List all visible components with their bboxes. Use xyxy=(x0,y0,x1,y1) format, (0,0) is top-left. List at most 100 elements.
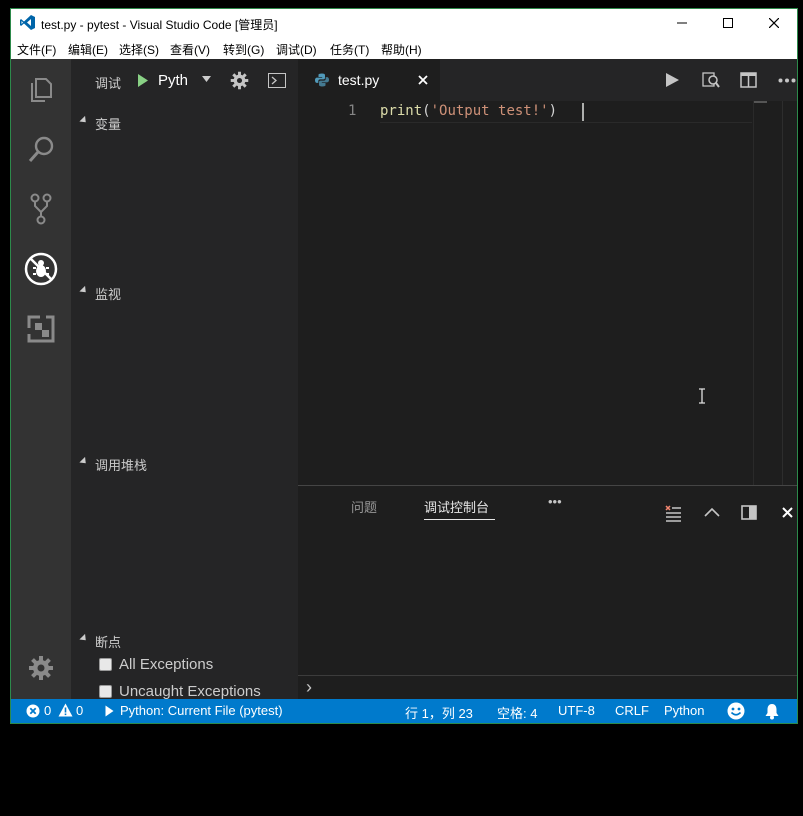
menu-debug[interactable]: 调试(D) xyxy=(276,41,317,58)
search-icon xyxy=(28,136,54,162)
section-variables[interactable]: 变量 xyxy=(71,114,298,132)
breakpoint-label: Uncaught Exceptions xyxy=(119,683,261,700)
breakpoint-checkbox[interactable] xyxy=(99,685,112,698)
activity-manage[interactable] xyxy=(11,643,71,693)
menu-file[interactable]: 文件(F) xyxy=(17,41,56,58)
maximize-button[interactable] xyxy=(705,9,751,37)
debug-view-title: 调试 xyxy=(95,76,122,91)
code-line-1[interactable]: print('Output test!') xyxy=(380,103,557,119)
section-watch[interactable]: 监视 xyxy=(71,284,298,302)
activity-debug[interactable] xyxy=(11,244,71,294)
bottom-panel: 问题 调试控制台 ••• › xyxy=(298,485,797,699)
tab-test-py[interactable]: test.py xyxy=(298,59,440,101)
maximize-panel-icon[interactable] xyxy=(704,507,720,517)
vscode-logo-icon xyxy=(20,15,35,30)
start-debugging-icon[interactable] xyxy=(137,73,149,88)
status-language[interactable]: Python xyxy=(664,703,704,718)
section-breakpoints[interactable]: 断点 xyxy=(71,632,298,650)
collapse-triangle-icon xyxy=(79,633,89,644)
minimap[interactable] xyxy=(753,101,767,485)
current-line-highlight xyxy=(380,122,752,123)
section-variables-label: 变量 xyxy=(95,117,122,132)
activity-search[interactable] xyxy=(11,125,71,175)
code-paren-close: ) xyxy=(548,103,558,119)
python-file-icon xyxy=(315,73,329,87)
close-tab-icon[interactable] xyxy=(418,75,428,85)
breakpoint-all-exceptions[interactable]: All Exceptions xyxy=(99,656,289,676)
menu-bar: 文件(F) 编辑(E) 选择(S) 查看(V) 转到(G) 调试(D) 任务(T… xyxy=(11,37,797,59)
collapse-triangle-icon xyxy=(79,115,89,126)
warning-icon[interactable] xyxy=(58,703,73,717)
section-call-stack-label: 调用堆栈 xyxy=(95,458,148,473)
activity-extensions[interactable] xyxy=(11,304,71,354)
notifications-bell-icon[interactable] xyxy=(764,703,780,720)
code-string-token: 'Output test!' xyxy=(430,103,549,119)
menu-tasks[interactable]: 任务(T) xyxy=(330,41,369,58)
close-panel-icon[interactable] xyxy=(782,507,793,518)
menu-edit[interactable]: 编辑(E) xyxy=(68,41,108,58)
minimize-icon xyxy=(677,22,687,24)
activity-scm[interactable] xyxy=(11,184,71,234)
split-editor-icon[interactable] xyxy=(740,72,757,88)
menu-help[interactable]: 帮助(H) xyxy=(381,41,422,58)
menu-selection[interactable]: 选择(S) xyxy=(119,41,159,58)
status-debug-config[interactable]: Python: Current File (pytest) xyxy=(120,703,283,718)
breakpoint-checkbox[interactable] xyxy=(99,658,112,671)
status-indentation[interactable]: 空格: 4 xyxy=(497,703,537,722)
title-bar: test.py - pytest - Visual Studio Code [管… xyxy=(11,9,797,37)
source-control-icon xyxy=(30,193,52,225)
debug-settings-gear-icon[interactable] xyxy=(230,71,249,90)
collapse-triangle-icon xyxy=(79,456,89,467)
extensions-icon xyxy=(26,314,55,343)
open-preview-icon[interactable] xyxy=(702,71,720,89)
debug-toolbar: 调试 Pyth xyxy=(71,59,298,103)
panel-tab-problems[interactable]: 问题 xyxy=(351,497,377,516)
files-icon xyxy=(31,78,52,102)
caret-down-icon[interactable] xyxy=(202,76,211,82)
status-eol[interactable]: CRLF xyxy=(615,703,649,718)
section-breakpoints-label: 断点 xyxy=(95,635,122,650)
activity-explorer[interactable] xyxy=(11,65,71,115)
minimize-button[interactable] xyxy=(659,9,705,37)
gear-icon xyxy=(29,656,53,680)
error-count[interactable]: 0 xyxy=(44,703,51,718)
collapse-triangle-icon xyxy=(79,285,89,296)
breakpoint-label: All Exceptions xyxy=(119,656,214,673)
run-file-icon[interactable] xyxy=(664,72,680,88)
section-watch-label: 监视 xyxy=(95,287,122,302)
panel-tab-debug-console[interactable]: 调试控制台 xyxy=(424,497,489,516)
status-bar: 0 0 Python: Current File (pytest) 行 1，列 … xyxy=(11,699,797,723)
clear-console-icon[interactable] xyxy=(665,505,682,522)
text-cursor xyxy=(582,103,584,121)
editor-tab-bar: test.py xyxy=(298,59,797,101)
panel-more-tabs[interactable]: ••• xyxy=(548,494,562,509)
panel-position-icon[interactable] xyxy=(741,505,757,520)
active-tab-underline xyxy=(424,519,495,520)
ibeam-cursor-icon xyxy=(699,388,705,404)
error-icon[interactable] xyxy=(26,704,40,718)
feedback-smiley-icon[interactable] xyxy=(727,702,745,720)
debug-console-input[interactable]: › xyxy=(298,675,797,699)
menu-view[interactable]: 查看(V) xyxy=(170,41,210,58)
menu-goto[interactable]: 转到(G) xyxy=(223,41,264,58)
debug-config-select[interactable]: Pyth xyxy=(158,72,188,89)
minimap-slider[interactable] xyxy=(754,101,767,103)
code-function-token: print xyxy=(380,103,423,119)
code-editor[interactable]: 1 print('Output test!') xyxy=(298,101,797,485)
console-prompt-icon: › xyxy=(306,677,312,697)
code-paren-open: ( xyxy=(422,103,431,119)
open-console-icon[interactable] xyxy=(268,73,286,88)
vscode-window: test.py - pytest - Visual Studio Code [管… xyxy=(10,8,798,724)
debug-icon xyxy=(24,252,58,286)
maximize-icon xyxy=(723,18,733,28)
close-icon xyxy=(769,18,779,28)
close-window-button[interactable] xyxy=(751,9,797,37)
warning-count[interactable]: 0 xyxy=(76,703,83,718)
section-call-stack[interactable]: 调用堆栈 xyxy=(71,455,298,473)
more-actions-icon[interactable] xyxy=(778,78,796,83)
status-encoding[interactable]: UTF-8 xyxy=(558,703,595,718)
vertical-scrollbar[interactable] xyxy=(782,101,797,485)
debug-start-icon[interactable] xyxy=(105,705,114,717)
activity-bar xyxy=(11,59,71,699)
status-cursor-position[interactable]: 行 1，列 23 xyxy=(405,703,473,722)
